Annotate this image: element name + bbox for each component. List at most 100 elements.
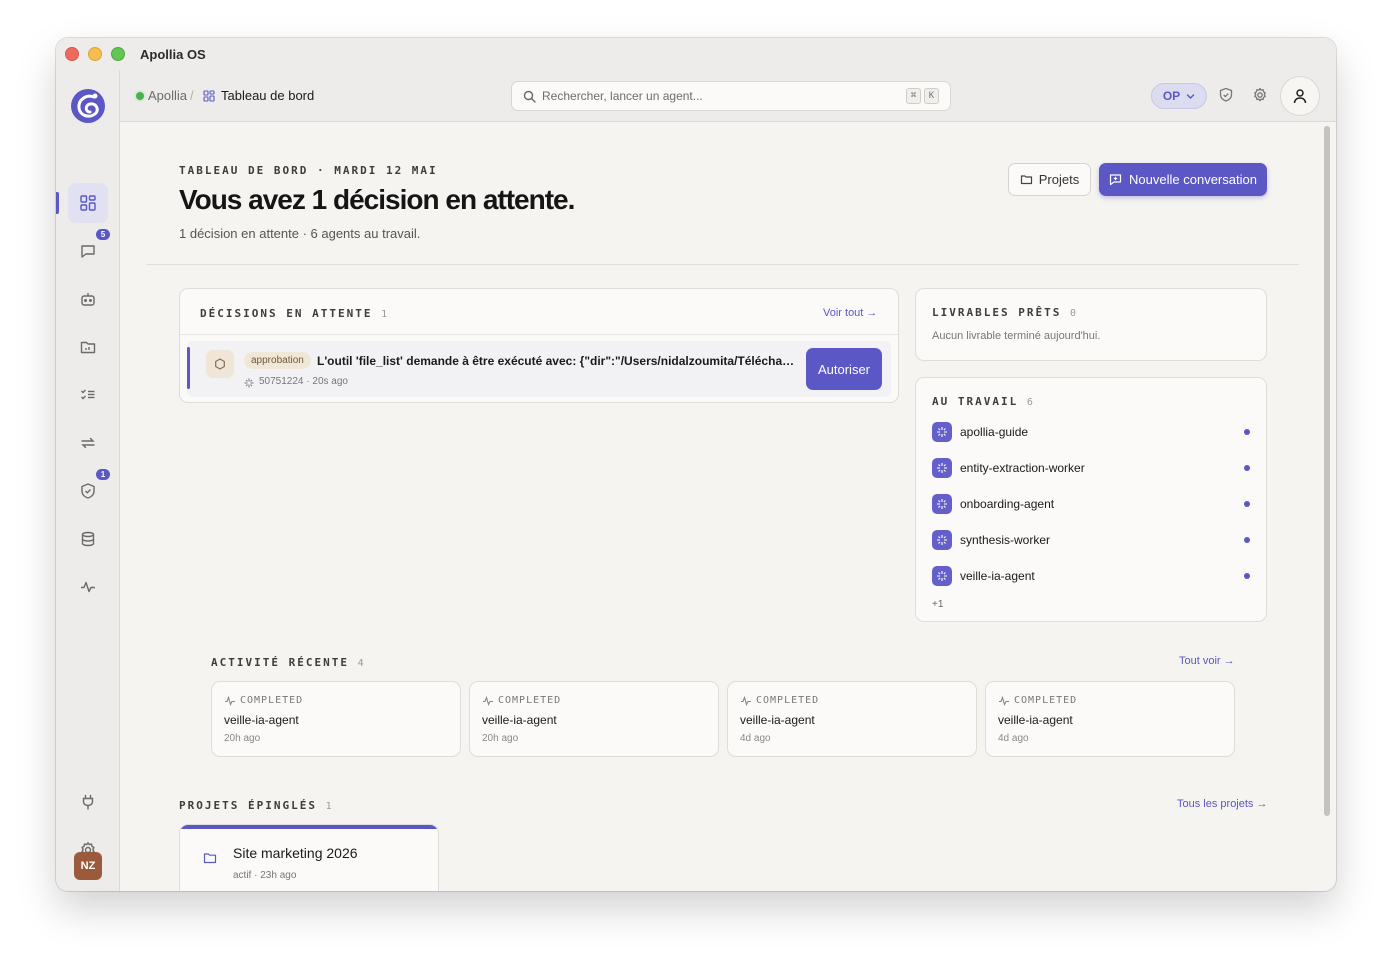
agent-row[interactable]: veille-ia-agent — [932, 566, 1252, 586]
folder-chart-icon — [80, 341, 96, 354]
status-dot — [136, 92, 144, 100]
decision-text: L'outil 'file_list' demande à être exécu… — [317, 354, 795, 368]
active-indicator — [56, 192, 59, 214]
livrables-title: LIVRABLES PRÊTS 0 — [932, 306, 1076, 319]
robot-icon — [81, 293, 95, 306]
agent-icon — [932, 530, 952, 550]
authorize-button[interactable]: Autoriser — [806, 348, 882, 390]
agent-icon — [932, 422, 952, 442]
agent-icon — [932, 566, 952, 586]
agent-icon — [932, 458, 952, 478]
livrables-count: 0 — [1069, 308, 1076, 319]
new-conversation-button[interactable]: Nouvelle conversation — [1099, 163, 1267, 196]
sidebar-item-projects[interactable] — [68, 327, 108, 367]
close-window-button[interactable] — [65, 47, 79, 61]
page-eyebrow: TABLEAU DE BORD · MARDI 12 MAI — [179, 164, 438, 177]
top-bar: Apollia / Tableau de bord ⌘ K OP — [120, 70, 1336, 122]
pulse-icon — [81, 581, 95, 593]
agent-row[interactable]: apollia-guide — [932, 422, 1252, 442]
window-title: Apollia OS — [140, 47, 206, 62]
apollia-logo-icon[interactable] — [70, 88, 106, 124]
gear-icon[interactable] — [1252, 87, 1268, 103]
hexagon-icon — [215, 358, 225, 370]
agent-name: veille-ia-agent — [960, 569, 1035, 583]
activity-status: COMPLETED — [1014, 695, 1078, 706]
new-conversation-label: Nouvelle conversation — [1129, 172, 1257, 187]
more-agents-link[interactable]: +1 — [932, 599, 943, 610]
minimize-window-button[interactable] — [88, 47, 102, 61]
chat-icon — [81, 245, 95, 258]
projets-button-label: Projets — [1038, 172, 1080, 187]
decision-accent — [187, 347, 190, 389]
zoom-window-button[interactable] — [111, 47, 125, 61]
user-icon — [1293, 89, 1307, 104]
activity-time: 4d ago — [998, 733, 1029, 744]
sidebar-item-integrations[interactable] — [68, 782, 108, 822]
projets-button[interactable]: Projets — [1008, 163, 1091, 196]
projets-view-all-link[interactable]: Tous les projets → — [1177, 798, 1267, 810]
app-window: Apollia OS 5 1 NZ Apollia / Tableau de b… — [56, 38, 1336, 891]
decision-icon — [206, 350, 234, 378]
agent-name: onboarding-agent — [960, 497, 1055, 511]
activity-agent: veille-ia-agent — [998, 713, 1073, 727]
sidebar-item-workflows[interactable] — [68, 423, 108, 463]
activity-time: 20h ago — [224, 733, 261, 744]
projets-count: 1 — [325, 801, 332, 812]
user-avatar[interactable]: NZ — [74, 852, 102, 880]
project-name: Site marketing 2026 — [233, 845, 358, 861]
breadcrumb-current: Tableau de bord — [221, 88, 315, 103]
main-content: TABLEAU DE BORD · MARDI 12 MAI Vous avez… — [120, 122, 1336, 891]
org-label: OP — [1162, 89, 1181, 103]
conversations-badge: 5 — [96, 229, 110, 240]
agent-row[interactable]: onboarding-agent — [932, 494, 1252, 514]
project-card[interactable]: Site marketing 2026 actif · 23h ago — [179, 824, 439, 891]
project-accent-bar — [180, 825, 438, 829]
pulse-icon — [225, 695, 235, 707]
search-input[interactable] — [542, 82, 892, 110]
user-menu-button[interactable] — [1280, 76, 1320, 116]
org-switcher-button[interactable]: OP — [1151, 83, 1207, 109]
sidebar-item-tasks[interactable] — [68, 375, 108, 415]
sidebar-item-agents[interactable] — [68, 279, 108, 319]
activity-card[interactable]: COMPLETED veille-ia-agent 20h ago — [211, 681, 461, 757]
agent-row[interactable]: entity-extraction-worker — [932, 458, 1252, 478]
livrables-empty-text: Aucun livrable terminé aujourd'hui. — [932, 330, 1101, 342]
agent-name: apollia-guide — [960, 425, 1029, 439]
scrollbar[interactable] — [1324, 126, 1330, 816]
livrables-card: LIVRABLES PRÊTS 0 Aucun livrable terminé… — [915, 288, 1267, 361]
activity-card[interactable]: COMPLETED veille-ia-agent 4d ago — [727, 681, 977, 757]
agent-name: synthesis-worker — [960, 533, 1051, 547]
shield-check-icon[interactable] — [1218, 87, 1234, 103]
grid-icon — [203, 90, 215, 102]
activite-title: ACTIVITÉ RÉCENTE 4 — [211, 656, 364, 669]
shield-check-icon — [81, 483, 95, 499]
project-meta: actif · 23h ago — [233, 870, 297, 881]
search-bar[interactable]: ⌘ K — [511, 81, 951, 111]
sidebar-item-dashboard[interactable] — [68, 183, 108, 223]
decisions-view-all-link[interactable]: Voir tout → — [823, 307, 877, 319]
decision-item[interactable]: approbation L'outil 'file_list' demande … — [187, 341, 891, 397]
agent-name: entity-extraction-worker — [960, 461, 1085, 475]
sidebar-item-data[interactable] — [68, 519, 108, 559]
pulse-icon — [741, 695, 751, 707]
decisions-header: DÉCISIONS EN ATTENTE 1 Voir tout → — [180, 289, 898, 335]
search-icon — [523, 90, 536, 103]
activity-card[interactable]: COMPLETED veille-ia-agent 20h ago — [469, 681, 719, 757]
agent-icon — [932, 494, 952, 514]
agent-row[interactable]: synthesis-worker — [932, 530, 1252, 550]
activity-agent: veille-ia-agent — [740, 713, 815, 727]
activity-status: COMPLETED — [756, 695, 820, 706]
activity-card[interactable]: COMPLETED veille-ia-agent 4d ago — [985, 681, 1235, 757]
activite-view-all-link[interactable]: Tout voir → — [1179, 655, 1235, 667]
agent-status-dot — [1244, 465, 1250, 471]
page-subtitle: 1 décision en attente · 6 agents au trav… — [179, 226, 421, 241]
breadcrumb-home[interactable]: Apollia — [148, 88, 187, 103]
activity-agent: veille-ia-agent — [482, 713, 557, 727]
decision-meta: 50751224 · 20s ago — [259, 376, 348, 387]
sidebar-item-activity[interactable] — [68, 567, 108, 607]
plug-icon — [82, 794, 94, 810]
decisions-card: DÉCISIONS EN ATTENTE 1 Voir tout → appro… — [179, 288, 899, 403]
agent-status-dot — [1244, 429, 1250, 435]
folder-icon — [203, 853, 217, 864]
au-travail-title: AU TRAVAIL 6 — [932, 395, 1033, 408]
